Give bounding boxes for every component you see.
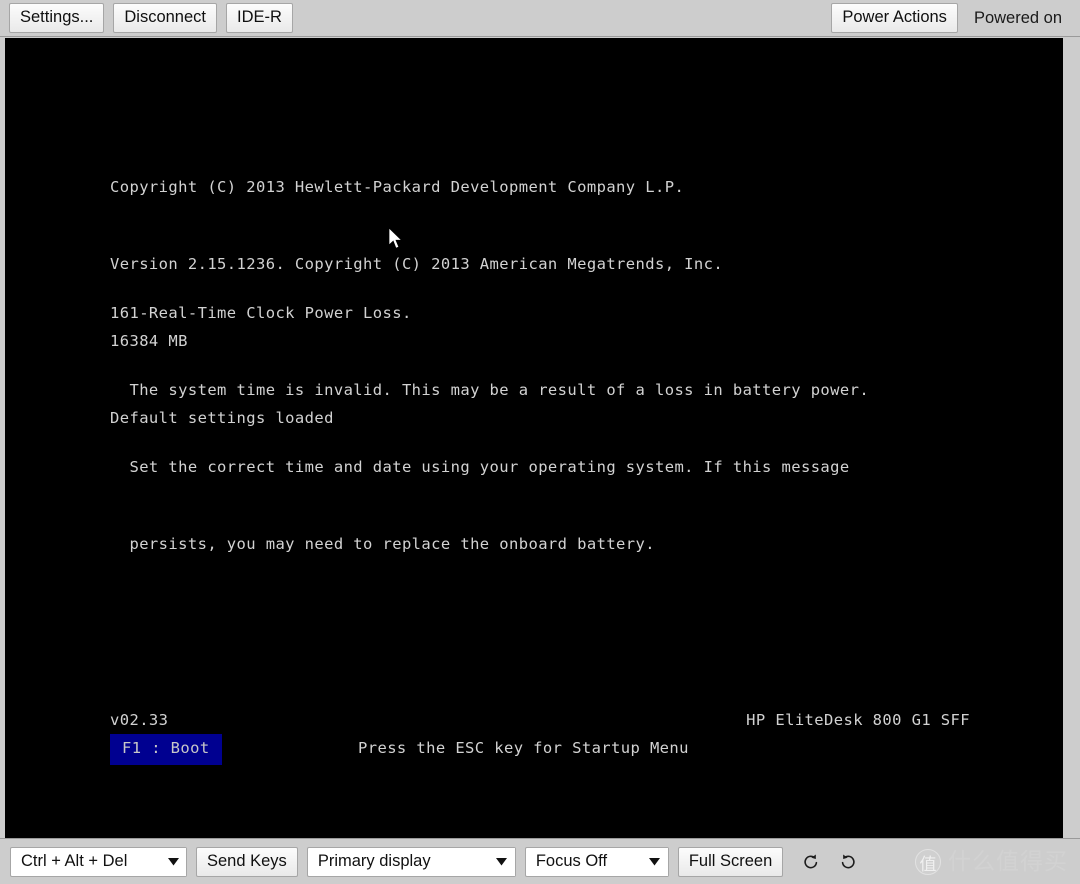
focus-mode-value: Focus Off xyxy=(535,852,608,870)
power-status-label: Powered on xyxy=(973,8,1062,27)
bios-error-detail-line-2: Set the correct time and date using your… xyxy=(110,457,850,476)
top-toolbar-left-group: Settings... Disconnect IDE-R xyxy=(9,3,293,33)
top-toolbar-right-group: Power Actions Powered on xyxy=(831,3,1072,33)
bios-footer-prompt-row: F1 : Boot Press the ESC key for Startup … xyxy=(110,734,970,765)
key-combination-value: Ctrl + Alt + Del xyxy=(21,852,128,870)
remote-console-window: Settings... Disconnect IDE-R Power Actio… xyxy=(0,0,1080,884)
bottom-toolbar: Ctrl + Alt + Del Send Keys Primary displ… xyxy=(0,838,1080,884)
bios-firmware-version: v02.33 xyxy=(110,711,169,729)
ide-r-button[interactable]: IDE-R xyxy=(226,3,293,33)
key-combination-dropdown[interactable]: Ctrl + Alt + Del xyxy=(10,846,187,877)
display-selector-dropdown[interactable]: Primary display xyxy=(306,846,516,877)
top-toolbar: Settings... Disconnect IDE-R Power Actio… xyxy=(0,0,1080,37)
chevron-down-icon[interactable] xyxy=(488,847,515,876)
chevron-down-icon[interactable] xyxy=(641,847,668,876)
power-actions-button[interactable]: Power Actions xyxy=(831,3,958,33)
bios-f1-boot-prompt[interactable]: F1 : Boot xyxy=(110,734,222,765)
settings-button[interactable]: Settings... xyxy=(9,3,105,33)
bios-footer-info-row: v02.33 HP EliteDesk 800 G1 SFF xyxy=(110,708,970,734)
chevron-down-icon[interactable] xyxy=(160,847,186,876)
bios-error-code-line: 161-Real-Time Clock Power Loss. xyxy=(110,304,412,323)
bios-footer: v02.33 HP EliteDesk 800 G1 SFF F1 : Boot… xyxy=(110,708,970,765)
watermark: 值 什么值得买 xyxy=(915,849,1068,875)
bios-error-detail-line-3: persists, you may need to replace the on… xyxy=(110,534,655,553)
bios-copyright-line: Copyright (C) 2013 Hewlett-Packard Devel… xyxy=(110,178,685,197)
send-keys-button[interactable]: Send Keys xyxy=(196,846,298,877)
bios-post-screen: Copyright (C) 2013 Hewlett-Packard Devel… xyxy=(5,38,1063,838)
display-selector-value: Primary display xyxy=(317,852,431,870)
remote-screen-viewport[interactable]: Copyright (C) 2013 Hewlett-Packard Devel… xyxy=(5,38,1063,838)
rotate-buttons-group xyxy=(798,848,860,876)
disconnect-button[interactable]: Disconnect xyxy=(113,3,217,33)
focus-mode-dropdown[interactable]: Focus Off xyxy=(524,846,669,877)
bios-esc-startup-hint: Press the ESC key for Startup Menu xyxy=(358,739,689,757)
rotate-counterclockwise-icon[interactable] xyxy=(798,848,824,876)
bios-model-name: HP EliteDesk 800 G1 SFF xyxy=(746,711,970,729)
rotate-clockwise-icon[interactable] xyxy=(834,848,860,876)
bios-error-block: 161-Real-Time Clock Power Loss. The syst… xyxy=(110,250,869,608)
bios-error-detail-line-1: The system time is invalid. This may be … xyxy=(110,380,870,399)
watermark-badge-icon: 值 xyxy=(915,849,941,875)
full-screen-button[interactable]: Full Screen xyxy=(677,846,784,877)
watermark-text: 什么值得买 xyxy=(948,849,1068,875)
